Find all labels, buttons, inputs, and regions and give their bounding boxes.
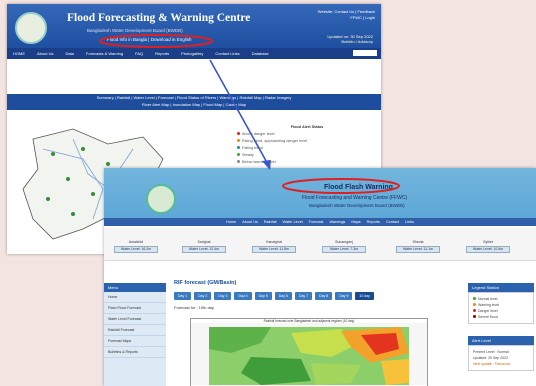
top-right-links[interactable]: Website: Contact Us | Feedback FFWC | Log… bbox=[318, 9, 375, 21]
alert-notice[interactable]: Updated on: 30 Sep 2022 Bulletin / Adviso… bbox=[327, 34, 373, 44]
site-header: Flood Flash Warning Flood Forecasting an… bbox=[104, 168, 536, 226]
main-content: RIF forecast (GM/Basin) Day 1 Day 2 Day … bbox=[174, 280, 460, 386]
quick-links-bar: Summary | Rainfall | Water Level | Forec… bbox=[7, 94, 381, 110]
nav-item[interactable]: About Us bbox=[242, 218, 258, 226]
tab-day[interactable]: Day 1 bbox=[174, 292, 192, 300]
nav-item[interactable]: Reports bbox=[149, 48, 175, 59]
nav-item[interactable]: HOME bbox=[7, 48, 31, 59]
quick-links-row[interactable]: Summary | Rainfall | Water Level | Forec… bbox=[7, 94, 381, 101]
station-card[interactable]: Sylhet Water Level: 10.5m bbox=[466, 240, 510, 253]
sidebar-item[interactable]: Flash Flood Forecast bbox=[104, 303, 166, 314]
tab-day[interactable]: Day 8 bbox=[315, 292, 333, 300]
sidebar-item[interactable]: Home bbox=[104, 292, 166, 303]
tab-day[interactable]: Day 3 bbox=[214, 292, 232, 300]
nav-item[interactable]: Rainfall bbox=[264, 218, 277, 226]
legend-item: Above danger level bbox=[237, 131, 377, 138]
legend-item: Steady bbox=[237, 152, 377, 159]
site-title: Flood Forecasting & Warning Centre bbox=[67, 12, 251, 24]
flash-flood-page-screenshot: Flood Flash Warning Flood Forecasting an… bbox=[104, 168, 536, 386]
station-card[interactable]: Kanaighat Water Level: 11.8m bbox=[252, 240, 296, 253]
nav-item[interactable]: Warnings bbox=[329, 218, 345, 226]
site-header: Flood Forecasting & Warning Centre Bangl… bbox=[7, 4, 381, 48]
nav-item[interactable]: Contact bbox=[386, 218, 399, 226]
tab-day-active[interactable]: 10 day bbox=[355, 292, 374, 300]
tab-day[interactable]: Day 7 bbox=[294, 292, 313, 300]
nav-item[interactable]: Data bbox=[59, 48, 79, 59]
language-links[interactable]: Flood Info in Bangla | Download in Engli… bbox=[107, 37, 191, 42]
sidebar-item[interactable]: Water Level Forecast bbox=[104, 314, 166, 325]
alert-header: Alert Level bbox=[468, 336, 534, 345]
flood-status-legend: Flood Alert Status Above danger level Ri… bbox=[237, 124, 377, 166]
right-panels: Legend Station Normal level Warning leve… bbox=[468, 283, 534, 371]
rainfall-forecast-map[interactable]: Rainfall forecast over Bangladesh and ad… bbox=[190, 318, 428, 386]
nav-item[interactable]: Photogallery bbox=[175, 48, 209, 59]
alert-box: Present Level : Normal Updated: 20 Sep 2… bbox=[468, 345, 534, 371]
legend-header: Legend Station bbox=[468, 283, 534, 292]
station-bar: Amalshid Water Level: 16.2m Sarighat Water… bbox=[104, 228, 536, 261]
nav-item[interactable]: Database bbox=[246, 48, 275, 59]
legend-item: Severe flood bbox=[473, 314, 529, 320]
section-title: RIF forecast (GM/Basin) bbox=[174, 280, 237, 286]
search-input[interactable] bbox=[353, 50, 377, 56]
legend-box: Normal level Warning level Danger level … bbox=[468, 292, 534, 324]
site-title: Flood Flash Warning bbox=[324, 184, 393, 191]
legend-item: Falling trend bbox=[237, 145, 377, 152]
nav-item[interactable]: About Us bbox=[31, 48, 59, 59]
nav-item[interactable]: Maps bbox=[351, 218, 360, 226]
station-card[interactable]: Amalshid Water Level: 16.2m bbox=[114, 240, 158, 253]
tab-day[interactable]: Day 6 bbox=[274, 292, 292, 300]
nav-item[interactable]: Links bbox=[405, 218, 414, 226]
nav-item[interactable]: Forecasts & Warning bbox=[80, 48, 129, 59]
station-card[interactable]: Sheola Water Level: 11.1m bbox=[396, 240, 440, 253]
tab-day[interactable]: Day 2 bbox=[194, 292, 212, 300]
rainfall-heatmap bbox=[191, 323, 427, 385]
tab-day[interactable]: Day 9 bbox=[335, 292, 353, 300]
sidebar-menu: Menu Home Flash Flood Forecast Water Lev… bbox=[104, 283, 166, 386]
sidebar-item[interactable]: Forecast Maps bbox=[104, 336, 166, 347]
main-nav: Home About Us Rainfall Water Level Forec… bbox=[104, 218, 536, 226]
station-card[interactable]: Sarighat Water Level: 12.4m bbox=[182, 240, 226, 253]
legend-title: Flood Alert Status bbox=[290, 125, 324, 129]
legend-item: Rising trend, approaching danger level bbox=[237, 138, 377, 145]
quick-links-row[interactable]: River Alert Map | Inundation Map | Flood… bbox=[7, 101, 381, 108]
site-subtitle: Flood Forecasting and Warning Centre (FF… bbox=[302, 195, 408, 201]
nav-item[interactable]: Water Level bbox=[283, 218, 303, 226]
bwdb-logo bbox=[146, 184, 176, 214]
nav-item[interactable]: Forecast bbox=[309, 218, 324, 226]
sidebar-item[interactable]: Rainfall Forecast bbox=[104, 325, 166, 336]
tab-day[interactable]: Day 5 bbox=[254, 292, 272, 300]
tab-day[interactable]: Day 4 bbox=[234, 292, 252, 300]
nav-item[interactable]: FAQ bbox=[129, 48, 149, 59]
bwdb-logo bbox=[15, 12, 47, 44]
forecast-day-tabs: Day 1 Day 2 Day 3 Day 4 Day 5 Day 6 Day … bbox=[174, 292, 460, 300]
nav-item[interactable]: Home bbox=[226, 218, 236, 226]
main-nav: HOME About Us Data Forecasts & Warning F… bbox=[7, 48, 381, 59]
nav-item[interactable]: Contact Links bbox=[209, 48, 245, 59]
sidebar-header: Menu bbox=[104, 283, 166, 292]
station-card[interactable]: Sunamganj Water Level: 7.3m bbox=[322, 240, 366, 253]
site-org: Bangladesh Water Development Board (BWDB… bbox=[309, 203, 405, 208]
legend-item: Below warning level bbox=[237, 159, 377, 166]
site-subtitle: Bangladesh Water Development Board (BWDB… bbox=[87, 28, 183, 33]
nav-item[interactable]: Reports bbox=[367, 218, 380, 226]
sidebar-item[interactable]: Bulletins & Reports bbox=[104, 347, 166, 358]
forecast-label: Forecast for : 10th day bbox=[174, 305, 215, 310]
